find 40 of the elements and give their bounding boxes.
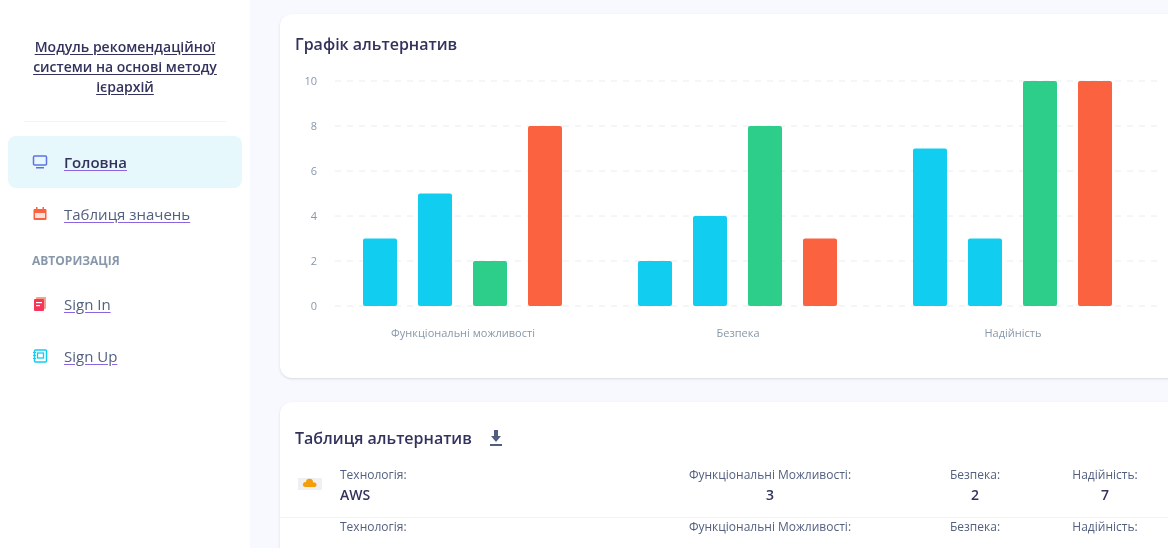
bar (363, 238, 397, 306)
monitor-icon (32, 154, 48, 170)
axis-tick-label: 2 (310, 253, 317, 268)
axis-category-label: Безпека (716, 325, 760, 340)
bar (638, 261, 672, 306)
field-value: AWS (340, 484, 372, 505)
axis-tick-label: 8 (310, 118, 317, 133)
field-label: Технологія: (340, 518, 408, 536)
axis-tick-label: 6 (310, 163, 317, 178)
bar (803, 238, 837, 306)
notebook-icon (32, 348, 48, 364)
axis-tick-label: 0 (310, 298, 317, 313)
axis-category-label: Надійність (984, 325, 1042, 340)
field-value: 3 (766, 484, 774, 505)
nav-link[interactable]: Sign In (8, 278, 242, 330)
field-label: Безпека: (949, 466, 1001, 484)
cloud-logo-icon (298, 478, 322, 490)
nav-link[interactable]: Таблиця значень (8, 188, 242, 240)
field-label: Функціональні Можливості: (688, 466, 852, 484)
section-heading: АВТОРИЗАЦІЯ (31, 251, 121, 271)
download-icon[interactable] (487, 429, 504, 447)
field-label: Функціональні Можливості: (688, 518, 852, 536)
bar (473, 261, 507, 306)
axis-category-label: Функціональні можливості (391, 325, 535, 340)
document-icon (32, 296, 48, 312)
axis-tick-label: 10 (304, 73, 317, 88)
axis-tick-label: 4 (310, 208, 317, 223)
app-title-link[interactable]: Модуль рекомендаційної системи на основі методу ієрархій (30, 37, 220, 97)
field-label: Надійність: (1072, 518, 1138, 536)
card-title: Таблиця альтернатив (295, 426, 472, 450)
field-value: 7 (1101, 484, 1109, 505)
field-label: Технологія: (340, 466, 408, 484)
field-label: Безпека: (949, 518, 1001, 536)
nav-link[interactable]: Sign Up (8, 330, 242, 382)
field-label: Надійність: (1072, 466, 1138, 484)
calendar-icon (32, 206, 48, 222)
field-value: 2 (971, 484, 979, 505)
bar (968, 238, 1002, 306)
nav-link[interactable]: Головна (8, 136, 242, 188)
card-title: Графік альтернатив (294, 32, 459, 57)
